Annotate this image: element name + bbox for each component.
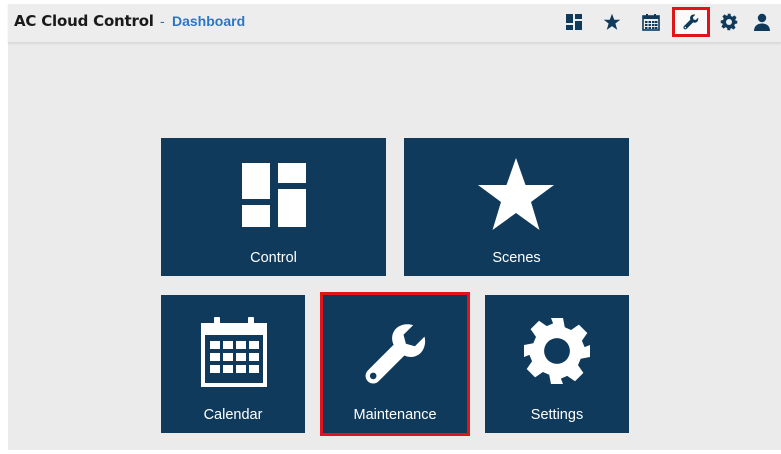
tile-control-label: Control: [250, 250, 297, 266]
tile-maintenance-label: Maintenance: [353, 407, 437, 423]
tile-calendar-label: Calendar: [203, 407, 263, 423]
tile-scenes-label: Scenes: [492, 250, 541, 266]
toolbar-scenes-button[interactable]: [597, 8, 627, 36]
wrench-icon: [683, 14, 699, 30]
tile-scenes[interactable]: Scenes: [404, 138, 629, 276]
tile-settings-label: Settings: [530, 407, 584, 423]
toolbar-dashboard-button[interactable]: [559, 8, 589, 36]
breadcrumb-separator: -: [160, 13, 165, 29]
calendar-icon: [201, 317, 267, 387]
top-bar: AC Cloud Control - Dashboard: [8, 4, 781, 43]
tile-maintenance[interactable]: Maintenance: [323, 295, 467, 433]
calendar-icon: [642, 14, 660, 31]
star-icon: [603, 13, 621, 30]
toolbar-calendar-button[interactable]: [636, 8, 666, 36]
toolbar-maintenance-button[interactable]: [672, 7, 710, 37]
app-window: AC Cloud Control - Dashboard Control Sce…: [8, 4, 781, 450]
tile-control[interactable]: Control: [161, 138, 386, 276]
breadcrumb-dashboard[interactable]: Dashboard: [172, 13, 245, 29]
tile-calendar[interactable]: Calendar: [161, 295, 305, 433]
dashboard-icon: [242, 163, 306, 227]
dashboard-icon: [566, 14, 582, 30]
gear-icon: [524, 318, 590, 384]
wrench-icon: [365, 324, 426, 384]
star-icon: [478, 158, 554, 230]
app-title: AC Cloud Control: [14, 12, 154, 30]
user-icon: [754, 13, 770, 31]
gear-icon: [720, 13, 738, 31]
toolbar-settings-button[interactable]: [714, 8, 744, 36]
toolbar-user-button[interactable]: [747, 8, 777, 36]
tile-settings[interactable]: Settings: [485, 295, 629, 433]
